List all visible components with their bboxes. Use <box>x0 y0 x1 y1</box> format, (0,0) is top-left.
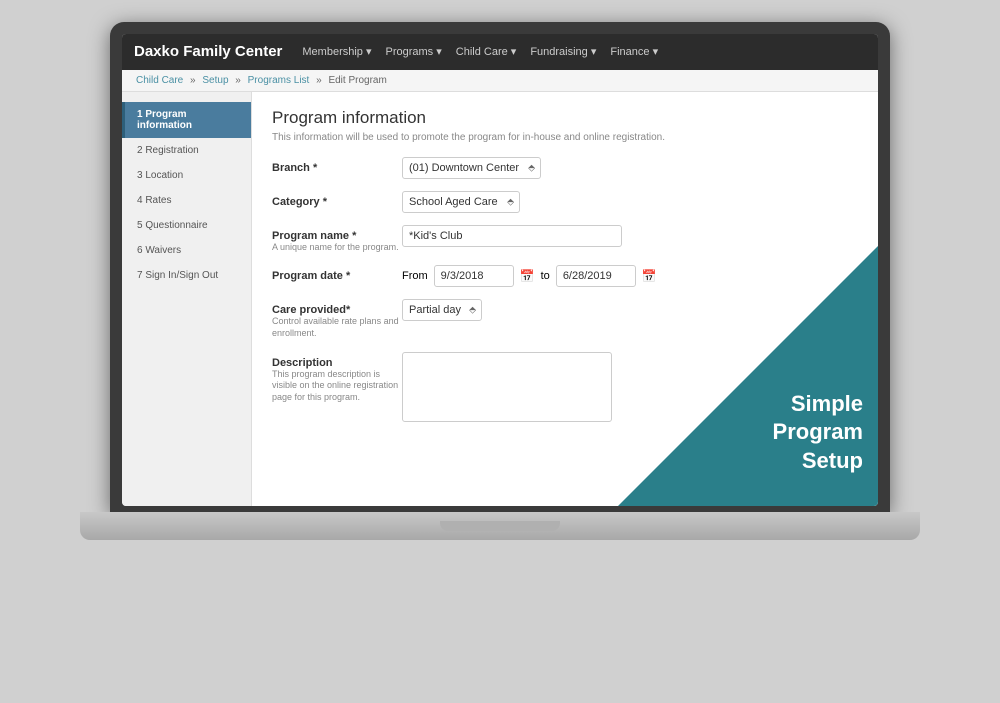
program-name-row: Program name * A unique name for the pro… <box>272 225 858 254</box>
nav-menu: Membership ▾ Programs ▾ Child Care ▾ Fun… <box>302 45 658 58</box>
sidebar-item-rates[interactable]: 4 Rates <box>122 188 251 213</box>
sidebar-item-registration[interactable]: 2 Registration <box>122 138 251 163</box>
sidebar-item-signin[interactable]: 7 Sign In/Sign Out <box>122 263 251 288</box>
nav-fundraising[interactable]: Fundraising ▾ <box>530 45 596 58</box>
branch-select[interactable]: (01) Downtown Center <box>402 157 541 179</box>
laptop-screen: Daxko Family Center Membership ▾ Program… <box>110 22 890 512</box>
description-field-col <box>402 352 858 427</box>
branch-select-wrapper: (01) Downtown Center <box>402 157 541 179</box>
from-label: From <box>402 270 428 282</box>
category-label: Category * <box>272 191 402 208</box>
care-provided-label: Care provided* <box>272 299 402 316</box>
laptop-wrapper: Daxko Family Center Membership ▾ Program… <box>70 22 930 682</box>
breadcrumb: Child Care » Setup » Programs List » Edi… <box>122 70 878 92</box>
care-provided-field-col: Partial day Full day <box>402 299 858 321</box>
description-sublabel: This program description is visible on t… <box>272 369 402 404</box>
breadcrumb-programs-list[interactable]: Programs List <box>248 75 310 86</box>
care-provided-row: Care provided* Control available rate pl… <box>272 299 858 339</box>
nav-childcare[interactable]: Child Care ▾ <box>456 45 517 58</box>
screen-inner: Daxko Family Center Membership ▾ Program… <box>122 34 878 506</box>
date-row: From 📅 to 📅 <box>402 265 858 287</box>
care-select-wrapper: Partial day Full day <box>402 299 482 321</box>
laptop-base <box>80 512 920 540</box>
from-date-input[interactable] <box>434 265 514 287</box>
branch-field-col: (01) Downtown Center <box>402 157 858 179</box>
to-date-input[interactable] <box>556 265 636 287</box>
program-name-label: Program name * <box>272 225 402 242</box>
description-row: Description This program description is … <box>272 352 858 427</box>
sidebar-item-waivers[interactable]: 6 Waivers <box>122 238 251 263</box>
top-nav: Daxko Family Center Membership ▾ Program… <box>122 34 878 70</box>
nav-programs[interactable]: Programs ▾ <box>386 45 442 58</box>
calendar-from-icon[interactable]: 📅 <box>520 269 535 283</box>
breadcrumb-childcare[interactable]: Child Care <box>136 75 183 86</box>
branch-row: Branch * (01) Downtown Center <box>272 157 858 179</box>
category-select-wrapper: School Aged Care <box>402 191 520 213</box>
form-content: Program information This information wil… <box>252 92 878 455</box>
category-select[interactable]: School Aged Care <box>402 191 520 213</box>
content-area: Program information This information wil… <box>252 92 878 506</box>
nav-membership[interactable]: Membership ▾ <box>302 45 371 58</box>
sidebar-item-questionnaire[interactable]: 5 Questionnaire <box>122 213 251 238</box>
sidebar-item-program-info[interactable]: 1 Program information <box>122 102 251 138</box>
category-row: Category * School Aged Care <box>272 191 858 213</box>
form-subtitle: This information will be used to promote… <box>272 132 858 143</box>
description-label: Description <box>272 352 402 369</box>
program-name-sublabel: A unique name for the program. <box>272 242 402 254</box>
breadcrumb-current: Edit Program <box>328 75 386 86</box>
care-provided-sublabel: Control available rate plans and enrollm… <box>272 316 402 339</box>
program-date-label: Program date * <box>272 265 402 282</box>
care-select[interactable]: Partial day Full day <box>402 299 482 321</box>
form-title: Program information <box>272 108 858 128</box>
breadcrumb-setup[interactable]: Setup <box>202 75 228 86</box>
branch-label: Branch * <box>272 157 402 174</box>
program-name-field-col <box>402 225 858 247</box>
screen-content: Daxko Family Center Membership ▾ Program… <box>122 34 878 506</box>
calendar-to-icon[interactable]: 📅 <box>642 269 657 283</box>
sidebar: 1 Program information 2 Registration 3 L… <box>122 92 252 506</box>
program-date-row: Program date * From 📅 to <box>272 265 858 287</box>
program-name-input[interactable] <box>402 225 622 247</box>
to-label: to <box>541 270 550 282</box>
main-area: 1 Program information 2 Registration 3 L… <box>122 92 878 506</box>
sidebar-item-location[interactable]: 3 Location <box>122 163 251 188</box>
description-textarea[interactable] <box>402 352 612 422</box>
brand-name: Daxko Family Center <box>134 43 282 60</box>
nav-finance[interactable]: Finance ▾ <box>610 45 658 58</box>
program-date-field-col: From 📅 to 📅 <box>402 265 858 287</box>
category-field-col: School Aged Care <box>402 191 858 213</box>
